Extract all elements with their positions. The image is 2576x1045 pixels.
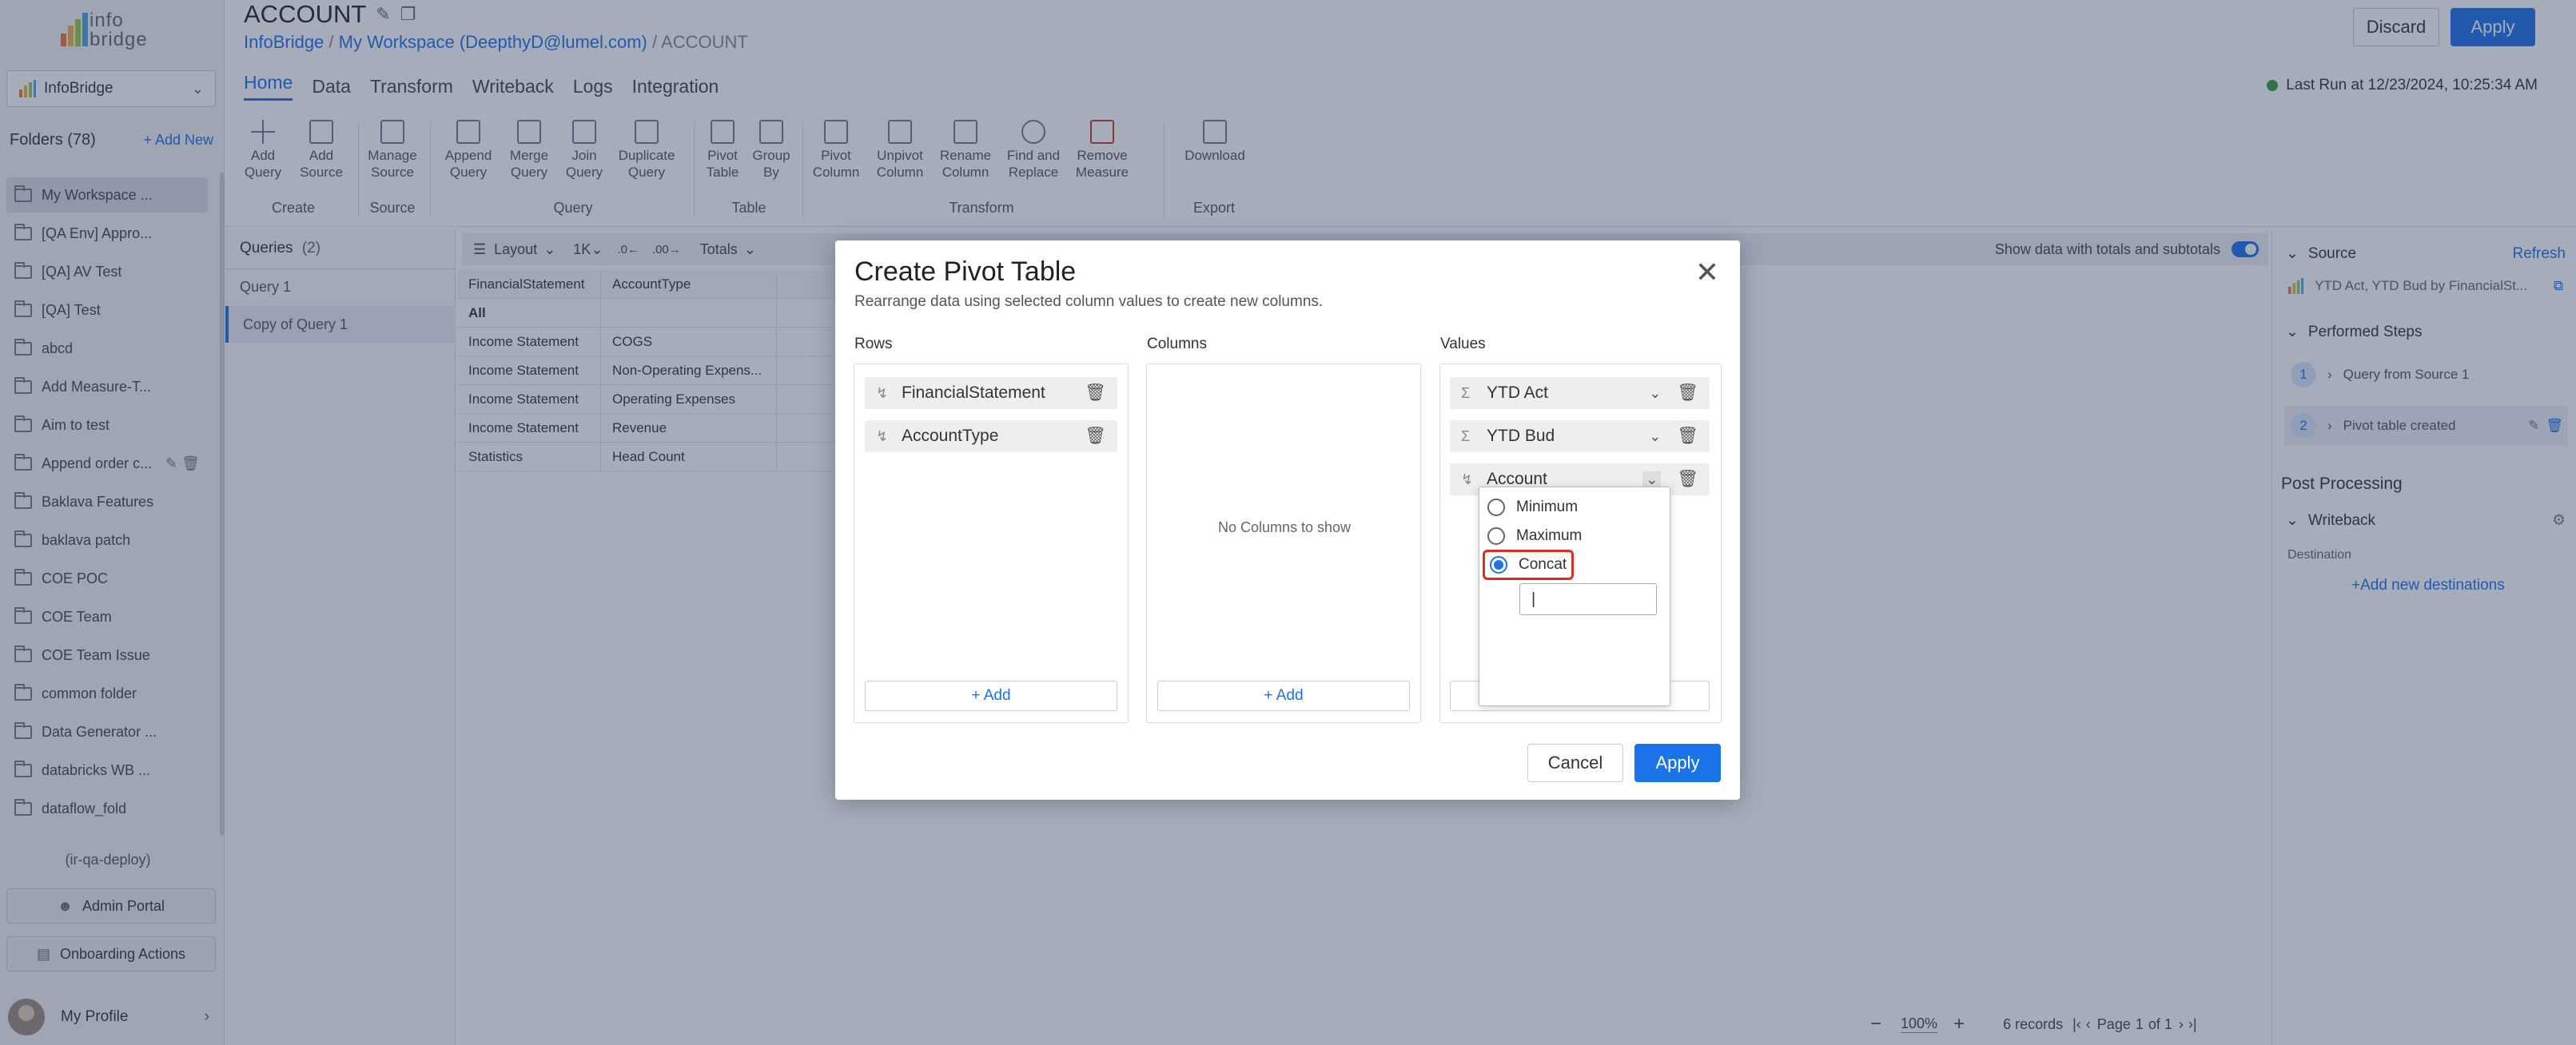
dialog-apply-button[interactable]: Apply <box>1634 744 1721 782</box>
cancel-button[interactable]: Cancel <box>1527 744 1623 782</box>
no-columns-message: No Columns to show <box>1217 519 1352 535</box>
trash-icon[interactable]: 🗑 <box>1085 427 1106 446</box>
radio-button[interactable] <box>1487 499 1505 516</box>
chevron-down-icon[interactable]: ⌄ <box>1649 428 1661 445</box>
option-label: Maximum <box>1516 527 1583 544</box>
trash-icon[interactable]: 🗑 <box>1677 427 1698 446</box>
value-field-chip[interactable]: Σ YTD Bud ⌄ 🗑 <box>1450 420 1710 452</box>
aggregation-option-concat[interactable]: Concat <box>1483 550 1575 580</box>
rows-dropzone[interactable]: ↯ FinancialStatement 🗑 ↯ AccountType 🗑 +… <box>854 364 1129 723</box>
row-field-label: FinancialStatement <box>902 383 1045 402</box>
add-column-button[interactable]: + Add <box>1157 681 1410 711</box>
row-field-label: AccountType <box>902 427 999 445</box>
hierarchy-icon: ↯ <box>876 427 889 444</box>
rows-label: Rows <box>854 336 893 352</box>
sum-icon: Σ <box>1461 384 1471 401</box>
aggregation-dropdown: Minimum Maximum Concat | <box>1479 487 1670 706</box>
value-field-chip[interactable]: Σ YTD Act ⌄ 🗑 <box>1450 377 1710 409</box>
concat-separator-input[interactable]: | <box>1519 583 1657 615</box>
chevron-down-icon[interactable]: ⌄ <box>1642 471 1662 488</box>
chevron-down-icon[interactable]: ⌄ <box>1649 385 1661 402</box>
close-icon[interactable]: ✕ <box>1695 258 1719 287</box>
dialog-title: Create Pivot Table <box>854 256 1077 287</box>
trash-icon[interactable]: 🗑 <box>1677 383 1698 403</box>
radio-button-selected[interactable] <box>1490 556 1507 574</box>
aggregation-option-maximum[interactable]: Maximum <box>1487 524 1582 548</box>
radio-button[interactable] <box>1487 527 1505 545</box>
value-field-label: YTD Bud <box>1487 427 1555 445</box>
values-label: Values <box>1440 336 1486 352</box>
row-field-chip[interactable]: ↯ AccountType 🗑 <box>865 420 1117 452</box>
columns-label: Columns <box>1147 336 1207 352</box>
hierarchy-icon: ↯ <box>876 384 889 401</box>
trash-icon[interactable]: 🗑 <box>1085 383 1106 403</box>
dialog-subtitle: Rearrange data using selected column val… <box>854 293 1324 310</box>
option-label: Concat <box>1519 556 1567 573</box>
columns-dropzone[interactable]: No Columns to show + Add <box>1146 364 1421 723</box>
trash-icon[interactable]: 🗑 <box>1677 470 1698 489</box>
hierarchy-icon: ↯ <box>1461 471 1474 487</box>
create-pivot-table-dialog: Create Pivot Table Rearrange data using … <box>835 240 1740 800</box>
add-row-button[interactable]: + Add <box>865 681 1117 711</box>
row-field-chip[interactable]: ↯ FinancialStatement 🗑 <box>865 377 1117 409</box>
aggregation-option-minimum[interactable]: Minimum <box>1487 495 1578 519</box>
sum-icon: Σ <box>1461 427 1471 444</box>
option-label: Minimum <box>1516 499 1579 515</box>
value-field-label: YTD Act <box>1487 383 1549 402</box>
